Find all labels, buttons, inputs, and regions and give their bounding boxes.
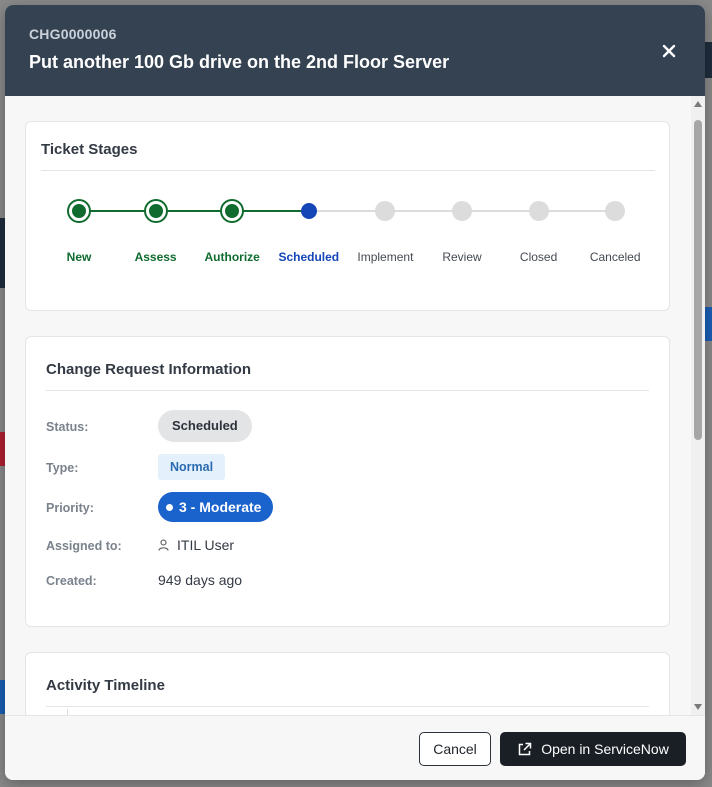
stage-dot-new <box>69 201 89 221</box>
priority-value: 3 - Moderate <box>179 499 262 515</box>
priority-label: Priority: <box>46 501 94 515</box>
assigned-to: ITIL User <box>158 537 234 553</box>
background-app-button <box>705 307 712 341</box>
stage-connector <box>155 210 233 212</box>
created-label: Created: <box>46 574 97 588</box>
scrollbar-thumb[interactable] <box>694 120 702 440</box>
stage-connector <box>462 210 539 212</box>
stage-dot-implement <box>375 201 396 221</box>
ticket-stages-title: Ticket Stages <box>41 141 138 158</box>
stage-dot-closed <box>528 201 549 221</box>
close-icon <box>662 44 676 58</box>
scroll-down-icon[interactable] <box>694 704 702 710</box>
stage-dot-canceled <box>605 201 626 221</box>
modal-body[interactable]: Ticket Stages New Assess Authorize Schedule… <box>5 96 705 715</box>
cancel-button[interactable]: Cancel <box>419 732 491 766</box>
stage-connector <box>385 210 462 212</box>
ticket-stages-card: Ticket Stages New Assess Authorize Schedule… <box>25 121 670 311</box>
close-button[interactable] <box>659 41 679 61</box>
modal-footer: Cancel Open in ServiceNow <box>5 715 705 780</box>
stage-label-canceled: Canceled <box>589 250 641 264</box>
stage-dot-authorize <box>222 201 243 221</box>
status-badge: Scheduled <box>158 410 252 442</box>
activity-timeline-title: Activity Timeline <box>46 677 165 694</box>
open-in-servicenow-button[interactable]: Open in ServiceNow <box>500 732 686 766</box>
created-value: 949 days ago <box>158 572 243 588</box>
type-badge: Normal <box>158 454 226 480</box>
assigned-value: ITIL User <box>177 537 235 553</box>
status-label: Status: <box>46 420 89 434</box>
change-request-info-divider <box>46 390 649 391</box>
activity-timeline-divider <box>46 706 649 707</box>
stage-dot-assess <box>145 201 166 221</box>
type-label: Type: <box>46 461 79 475</box>
stage-dot-scheduled <box>300 203 317 219</box>
scroll-up-icon[interactable] <box>694 101 702 107</box>
scrollbar[interactable] <box>691 96 705 715</box>
open-in-servicenow-label: Open in ServiceNow <box>541 741 669 757</box>
ticket-number: CHG0000006 <box>29 26 117 42</box>
background-app-header <box>705 42 712 78</box>
external-link-icon <box>518 742 532 755</box>
stage-connector <box>538 210 616 212</box>
ticket-stages-divider <box>41 170 655 171</box>
change-request-info-card: Change Request Information Status: Sched… <box>25 336 670 627</box>
stage-connector <box>308 210 386 212</box>
ticket-title: Put another 100 Gb drive on the 2nd Floo… <box>29 52 450 72</box>
stage-dot-review <box>452 201 472 221</box>
change-request-info-title: Change Request Information <box>46 361 252 378</box>
assigned-label: Assigned to: <box>46 539 122 553</box>
ticket-modal: CHG0000006 Put another 100 Gb drive on t… <box>5 5 705 780</box>
modal-header: CHG0000006 Put another 100 Gb drive on t… <box>5 5 705 96</box>
priority-dot-icon <box>166 503 173 511</box>
activity-timeline-card: Activity Timeline <box>25 652 670 715</box>
user-icon <box>158 539 169 551</box>
stage-connector <box>232 210 309 212</box>
priority-badge: 3 - Moderate <box>158 492 274 522</box>
stage-connector <box>79 210 156 212</box>
